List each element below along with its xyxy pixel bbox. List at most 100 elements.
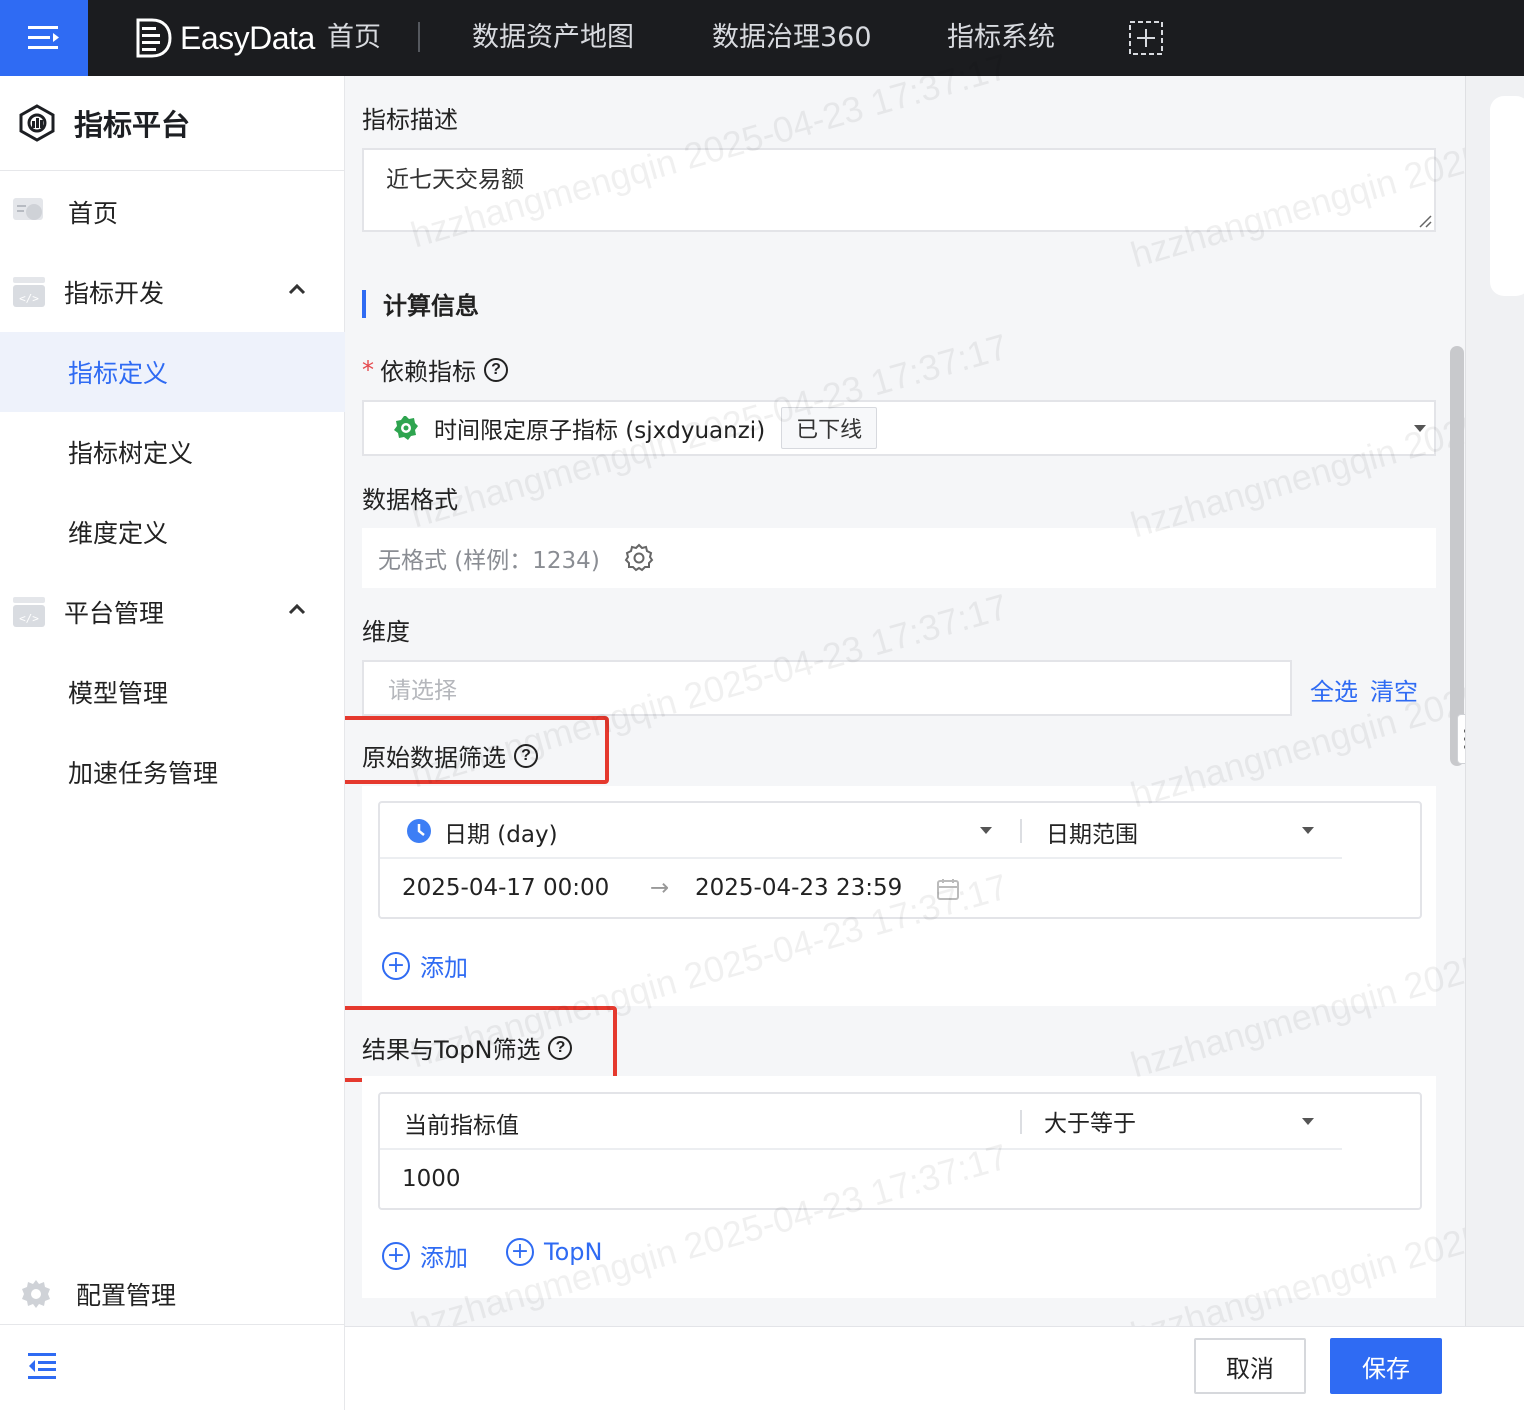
clock-icon <box>407 819 431 843</box>
raw-filter-op[interactable]: 日期范围 <box>1046 815 1138 849</box>
nav-data-asset-map[interactable]: 数据资产地图 <box>472 18 634 58</box>
sidebar-item-metric-tree[interactable]: 指标树定义 <box>0 412 345 492</box>
sidebar-item-metric-dev[interactable]: </> 指标开发 <box>0 252 345 332</box>
plus-circle-icon: + <box>506 1238 534 1266</box>
dep-metric-value: 时间限定原子指标 (sjxdyuanzi) <box>434 418 766 444</box>
add-label: 添加 <box>420 1244 468 1272</box>
dep-label-row: * 依赖指标 ? <box>362 352 508 387</box>
dropdown-caret-icon[interactable] <box>1302 827 1314 834</box>
required-mark: * <box>362 355 374 384</box>
sidebar-item-label: 模型管理 <box>68 679 169 708</box>
menu-toggle-button[interactable] <box>0 0 88 76</box>
dim-placeholder: 请选择 <box>388 678 457 704</box>
format-label: 数据格式 <box>362 486 458 514</box>
nav-metric-system[interactable]: 指标系统 <box>947 18 1055 58</box>
save-button[interactable]: 保存 <box>1330 1338 1442 1394</box>
collapse-sidebar-icon[interactable] <box>26 1351 58 1381</box>
sidebar-item-model-admin[interactable]: 模型管理 <box>0 652 345 732</box>
plus-circle-icon: + <box>382 951 410 980</box>
sidebar-item-label: 加速任务管理 <box>68 759 219 788</box>
result-filter-value[interactable]: 1000 <box>402 1166 461 1192</box>
format-value: 无格式 (样例：1234) <box>378 548 600 574</box>
add-square-icon <box>1129 21 1163 55</box>
right-side-card <box>1490 96 1524 296</box>
section-accent-bar <box>362 290 366 318</box>
raw-filter-card: 日期 (day) 日期范围 2025-04-17 00:00 → 2025-04… <box>378 801 1422 919</box>
sidebar: 指标平台 首页 </> 指标开发 指标定义 指标树定义 维度定义 </> 平台管… <box>0 76 345 1410</box>
raw-filter-row: 日期 (day) 日期范围 <box>380 803 1342 859</box>
dim-label: 维度 <box>362 618 410 646</box>
atom-metric-icon <box>394 416 418 440</box>
result-filter-op[interactable]: 大于等于 <box>1044 1104 1136 1138</box>
brand-logo[interactable]: EasyData <box>134 12 315 64</box>
easydata-logo-icon <box>136 18 172 58</box>
format-field: 无格式 (样例：1234) <box>362 528 1436 588</box>
sidebar-item-platform-admin[interactable]: </> 平台管理 <box>0 572 345 652</box>
sidebar-collapse-area <box>0 1324 345 1410</box>
sidebar-item-acceleration-tasks[interactable]: 加速任务管理 <box>0 732 345 812</box>
date-start[interactable]: 2025-04-17 00:00 <box>402 875 609 901</box>
sidebar-item-label: 指标定义 <box>68 359 169 388</box>
desc-value: 近七天交易额 <box>386 167 524 193</box>
desc-textarea[interactable]: 近七天交易额 <box>362 148 1436 232</box>
sidebar-item-home[interactable]: 首页 <box>0 172 345 252</box>
code-icon: </> <box>13 597 45 627</box>
result-filter-card: 当前指标值 大于等于 1000 <box>378 1092 1422 1210</box>
settings-gear-icon[interactable] <box>624 543 654 573</box>
dashboard-icon <box>13 198 43 220</box>
dropdown-caret-icon[interactable] <box>1302 1118 1314 1125</box>
dep-label: 依赖指标 <box>380 358 476 386</box>
platform-logo-icon <box>19 104 55 142</box>
sidebar-item-config[interactable]: 配置管理 <box>0 1254 345 1334</box>
result-filter-panel: 当前指标值 大于等于 1000 + 添加 + TopN <box>362 1076 1436 1298</box>
nav-data-governance[interactable]: 数据治理360 <box>712 18 872 58</box>
dropdown-caret-icon[interactable] <box>980 827 992 834</box>
svg-text:</>: </> <box>19 292 39 305</box>
svg-text:</>: </> <box>19 612 39 625</box>
code-icon: </> <box>13 277 45 307</box>
sidebar-item-label: 首页 <box>68 199 119 228</box>
gear-icon <box>22 1280 50 1308</box>
result-filter-field[interactable]: 当前指标值 <box>404 1106 519 1140</box>
top-navbar: EasyData 首页 数据资产地图 数据治理360 指标系统 <box>0 0 1524 76</box>
section-title: 计算信息 <box>383 292 479 320</box>
raw-filter-panel: 日期 (day) 日期范围 2025-04-17 00:00 → 2025-04… <box>362 786 1436 1006</box>
offline-badge: 已下线 <box>781 407 878 449</box>
clear-link[interactable]: 清空 <box>1370 672 1418 707</box>
select-all-link[interactable]: 全选 <box>1310 672 1358 707</box>
sidebar-item-dimension[interactable]: 维度定义 <box>0 492 345 572</box>
plus-circle-icon: + <box>382 1241 410 1270</box>
topn-label: TopN <box>544 1238 603 1266</box>
raw-filter-field[interactable]: 日期 (day) <box>444 815 558 849</box>
range-arrow-icon: → <box>650 875 670 901</box>
nav-home[interactable]: 首页 <box>327 18 381 58</box>
highlight-box-result-filter <box>345 1006 617 1082</box>
sidebar-item-metric-definition[interactable]: 指标定义 <box>0 332 345 412</box>
help-icon[interactable]: ? <box>484 357 508 382</box>
menu-icon <box>28 26 59 49</box>
dropdown-caret-icon <box>1414 425 1426 432</box>
dimension-select[interactable]: 请选择 <box>362 660 1292 716</box>
form-footer: 取消 保存 <box>345 1326 1524 1410</box>
main-content: 指标描述 近七天交易额 计算信息 * 依赖指标 ? 时间限定原子指标 (sjxd… <box>345 76 1465 1326</box>
raw-filter-add-button[interactable]: + 添加 <box>382 948 468 983</box>
sidebar-item-label: 平台管理 <box>64 599 165 628</box>
dep-metric-select[interactable]: 时间限定原子指标 (sjxdyuanzi) 已下线 <box>362 400 1436 456</box>
result-filter-add-button[interactable]: + 添加 <box>382 1238 468 1273</box>
sidebar-item-label: 指标开发 <box>64 279 165 308</box>
cancel-button[interactable]: 取消 <box>1194 1338 1306 1394</box>
nav-add-button[interactable] <box>1128 20 1164 60</box>
chevron-up-icon[interactable] <box>286 278 308 300</box>
field-divider <box>1020 1110 1022 1134</box>
vertical-scrollbar[interactable] <box>1450 346 1464 766</box>
brand-name: EasyData <box>180 19 315 56</box>
calendar-icon[interactable] <box>936 877 960 901</box>
field-divider <box>1020 819 1022 843</box>
resize-grip-icon[interactable] <box>1416 212 1432 228</box>
date-end[interactable]: 2025-04-23 23:59 <box>695 875 902 901</box>
chevron-up-icon[interactable] <box>286 598 308 620</box>
result-filter-row: 当前指标值 大于等于 <box>380 1094 1342 1150</box>
sidebar-header: 指标平台 <box>0 76 345 171</box>
highlight-box-raw-filter <box>345 716 609 784</box>
topn-add-button[interactable]: + TopN <box>506 1238 602 1266</box>
